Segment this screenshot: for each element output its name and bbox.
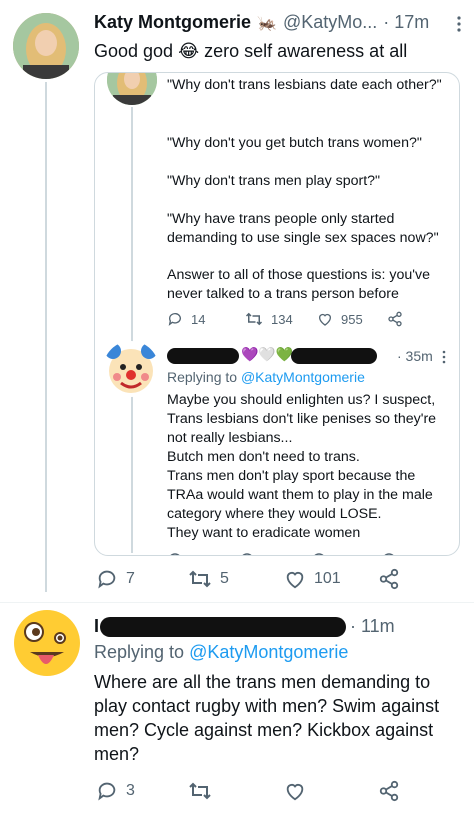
quote2-timestamp[interactable]: · 35m [397, 348, 433, 364]
retweet-count: 5 [220, 570, 229, 587]
tweet-text: Good god 😂 zero self awareness at all [94, 41, 408, 61]
share-icon [388, 311, 402, 327]
quote-line-1: "Why don't trans lesbians date each othe… [167, 77, 442, 93]
quote2-replying-to: Replying to @KatyMontgomerie [167, 369, 365, 385]
tweet-divider [0, 602, 474, 603]
quoted-avatar[interactable] [107, 73, 157, 105]
reply2-reply-button[interactable]: 3 [96, 780, 135, 802]
retweet-count: 134 [271, 311, 293, 327]
reply-icon [98, 782, 116, 801]
hearts-emoji: 💜🤍💚 [241, 346, 294, 362]
cricket-emoji: 🦗 [257, 14, 277, 32]
heart-icon [286, 572, 304, 589]
reply-timestamp[interactable]: · 11m [350, 616, 395, 637]
zany-face-avatar[interactable] [12, 608, 82, 678]
author-handle[interactable]: @KatyMo... [283, 12, 377, 33]
retweet-button[interactable]: 5 [188, 568, 229, 590]
reply-count: 7 [126, 570, 135, 587]
avatar[interactable] [13, 13, 79, 79]
retweet-icon [189, 570, 211, 588]
quote-line-2: "Why don't you get butch trans women?" [167, 135, 422, 151]
reply-handle-link[interactable]: @KatyMontgomerie [189, 642, 348, 662]
redacted-handle [291, 348, 377, 364]
reply-icon [168, 313, 181, 326]
quote2-text: Maybe you should enlighten us? I suspect… [167, 392, 437, 541]
timestamp[interactable]: · 17m [383, 12, 429, 33]
more-options-icon[interactable] [452, 14, 466, 34]
retweet-icon [189, 782, 211, 800]
reply2-retweet-button[interactable] [188, 780, 212, 802]
reply2-like-button[interactable] [284, 780, 306, 802]
like-button[interactable]: 101 [284, 568, 341, 590]
author-name[interactable]: Katy Montgomerie [94, 12, 251, 33]
heart-icon [286, 784, 304, 801]
quote-thread-line [131, 107, 133, 553]
quote-reply-button[interactable]: 14 [167, 311, 205, 327]
quote-retweet-button[interactable]: 134 [245, 311, 293, 327]
quote-like-button[interactable]: 955 [317, 311, 363, 327]
reply-text: Where are all the trans men demanding to… [94, 672, 440, 764]
quote-share-button[interactable] [387, 311, 403, 327]
thread-line [45, 82, 47, 592]
share-button[interactable] [378, 568, 400, 590]
reply-icon [98, 570, 116, 589]
reply-author-initial[interactable]: I [94, 616, 99, 637]
heart-icon [319, 313, 331, 326]
replying-handle-link[interactable]: @KatyMontgomerie [241, 369, 365, 385]
retweet-icon [245, 312, 263, 326]
quote-line-4: "Why have trans people only started dema… [167, 211, 439, 246]
quoted-tweet-card[interactable]: "Why don't trans lesbians date each othe… [94, 72, 460, 556]
reply-replying-to: Replying to @KatyMontgomerie [94, 642, 349, 662]
quote-line-3: "Why don't trans men play sport?" [167, 173, 381, 189]
redacted-reply-name [100, 617, 346, 637]
quote2-more-icon[interactable] [439, 349, 449, 365]
like-count: 955 [341, 311, 363, 327]
reply2-share-button[interactable] [378, 780, 400, 802]
share-icon [379, 780, 399, 802]
like-count: 101 [314, 570, 341, 587]
reply-count: 14 [191, 311, 206, 327]
redacted-name [167, 348, 239, 364]
reply-button[interactable]: 7 [96, 568, 135, 590]
reply2-reply-count: 3 [126, 782, 135, 799]
quote-line-5: Answer to all of those questions is: you… [167, 267, 430, 302]
quote2-actions-clipped [167, 547, 453, 555]
clown-avatar[interactable] [103, 341, 159, 397]
share-icon [379, 568, 399, 590]
